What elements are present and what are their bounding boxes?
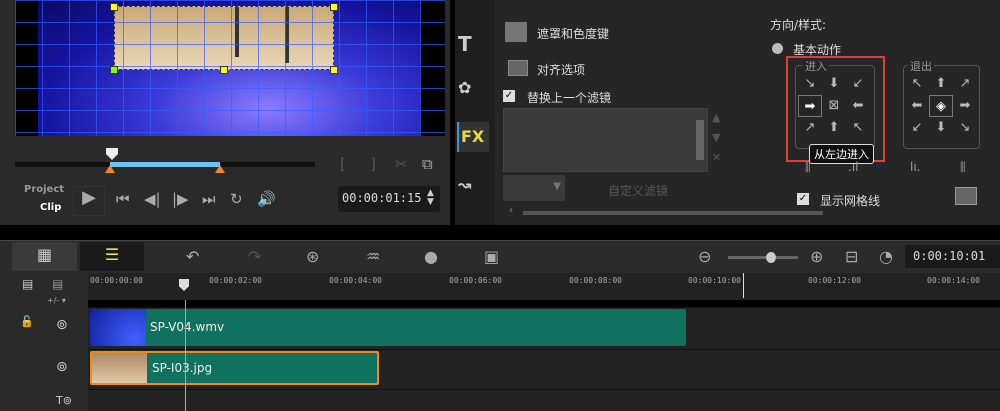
ramp-down-icon[interactable]: lı. — [910, 160, 920, 174]
ramp-up-icon[interactable]: .ıl — [848, 160, 858, 174]
overlay-track-header: ⊚ — [0, 349, 88, 389]
playhead-line — [185, 300, 186, 411]
volume-icon[interactable]: 🔊 — [257, 190, 276, 208]
add-remove-tracks[interactable]: +/- ▾ — [47, 296, 66, 305]
home-button[interactable]: ⏮ — [116, 190, 130, 208]
project-end-marker — [743, 273, 744, 298]
graphics-tab-icon[interactable]: ✿ — [458, 78, 471, 97]
tooltip: 从左边进入 — [809, 144, 874, 164]
options-scrollbar[interactable]: ‹ — [505, 205, 995, 217]
repeat-icon[interactable]: ↻ — [230, 190, 243, 208]
ruler-tick: 00:00:00:00 — [90, 276, 143, 285]
zoom-in-icon[interactable]: ⊕ — [810, 247, 823, 266]
title-track — [0, 389, 1000, 411]
zoom-slider[interactable] — [728, 252, 798, 263]
path-tab-icon[interactable]: ↝ — [458, 175, 471, 194]
exit-static[interactable]: ◈ — [929, 95, 953, 117]
video-clip[interactable]: SP-V04.wmv — [90, 309, 686, 346]
clip-name: SP-V04.wmv — [150, 320, 225, 334]
resize-handle[interactable] — [330, 66, 338, 74]
ruler-tick: 00:00:12:00 — [808, 276, 861, 285]
exit-bottom-right[interactable]: ↘ — [953, 117, 977, 139]
trim-end-handle[interactable] — [215, 165, 225, 173]
exit-bottom[interactable]: ⬇ — [929, 117, 953, 139]
exit-direction-grid: ↖ ⬆ ↗ ⬅ ◈ ➡ ↙ ⬇ ↘ — [905, 73, 977, 139]
exit-bottom-left[interactable]: ↙ — [905, 117, 929, 139]
zoom-out-icon[interactable]: ⊖ — [698, 247, 711, 266]
exit-right[interactable]: ➡ — [953, 95, 977, 117]
trim-start-handle[interactable] — [105, 165, 115, 173]
resize-handle[interactable] — [110, 3, 118, 11]
track-header-top — [0, 273, 88, 307]
clock-icon[interactable]: ◔ — [879, 247, 893, 266]
trim-range — [110, 162, 220, 167]
record-capture-icon[interactable]: ⊛ — [306, 247, 319, 266]
replace-filter-checkbox[interactable]: ✓ — [503, 90, 515, 102]
clip-mode[interactable]: Clip — [40, 202, 61, 213]
ruler-tick: 00:00:02:00 — [209, 276, 262, 285]
mark-in-button[interactable]: [ — [340, 155, 346, 173]
video-track-header: 🔓 ⊚ — [0, 307, 88, 349]
timecode-stepper[interactable]: ▲ ▼ — [427, 189, 434, 207]
filter-order-controls[interactable]: ▲ ▼ ✕ — [712, 108, 721, 168]
clip-thumbnail — [92, 353, 147, 383]
exit-top[interactable]: ⬆ — [929, 73, 953, 95]
title-track-header: T⊚ — [0, 389, 88, 411]
undo-icon[interactable]: ↶ — [186, 247, 199, 266]
direction-label: 方向/样式: — [770, 18, 827, 32]
exit-top-right[interactable]: ↗ — [953, 73, 977, 95]
chapter-icon[interactable]: ▤ — [52, 277, 63, 291]
title-tab-icon[interactable]: T — [458, 32, 472, 56]
end-button[interactable]: ⏭ — [202, 190, 216, 208]
ruler-tick: 00:00:14:00 — [927, 276, 980, 285]
timeline-view-button[interactable]: ☰ — [80, 242, 144, 271]
scissors-icon[interactable]: ✂ — [395, 155, 408, 173]
auto-music-icon[interactable]: ● — [424, 247, 438, 266]
storyboard-view-button[interactable]: ▦ — [12, 242, 77, 271]
ruler-tick: 00:00:06:00 — [449, 276, 502, 285]
replace-filter-label: 替换上一个滤镜 — [527, 91, 612, 105]
timecode-field[interactable]: 00:00:01:15 — [338, 186, 440, 212]
clip-name: SP-I03.jpg — [152, 361, 213, 375]
sound-mixer-icon[interactable]: ♒ — [366, 247, 380, 266]
exit-label: 退出 — [908, 58, 934, 74]
prev-frame-button[interactable]: ◀| — [144, 190, 161, 208]
grid-lines — [15, 0, 445, 136]
overlay-clip[interactable]: SP-I03.jpg — [90, 351, 379, 385]
show-grid-checkbox[interactable]: ✓ — [797, 193, 809, 205]
exit-left[interactable]: ⬅ — [905, 95, 929, 117]
mask-chroma-button[interactable]: 遮罩和色度键 — [537, 25, 609, 42]
resize-handle[interactable] — [220, 66, 228, 74]
custom-filter-button[interactable]: 自定义滤镜 — [608, 182, 668, 199]
redo-icon[interactable]: ↷ — [248, 247, 261, 266]
next-frame-button[interactable]: |▶ — [172, 190, 189, 208]
fade-in-icon[interactable]: ⫼ — [805, 160, 811, 175]
ruler-tick: 00:00:04:00 — [329, 276, 382, 285]
mask-icon[interactable] — [505, 22, 527, 42]
show-grid-label: 显示网格线 — [820, 194, 881, 208]
project-duration: 0:00:10:01 — [905, 245, 1000, 268]
basic-motion-radio[interactable] — [772, 43, 783, 54]
fade-out-icon[interactable]: ⫼ — [960, 160, 966, 175]
project-mode[interactable]: Project — [24, 184, 64, 195]
play-button[interactable]: ▶ — [73, 186, 105, 216]
fx-tab-icon[interactable]: FX — [457, 122, 489, 152]
track-manager-icon[interactable]: ▤ — [22, 277, 33, 291]
filter-list[interactable] — [503, 108, 708, 172]
filter-list-scrollbar[interactable] — [696, 120, 704, 160]
fit-project-icon[interactable]: ⊟ — [845, 247, 858, 266]
align-options-button[interactable]: 对齐选项 — [537, 61, 585, 78]
align-icon[interactable] — [508, 60, 528, 76]
filter-preset-dropdown[interactable]: ▼ — [503, 175, 565, 201]
ruler-tick: 00:00:08:00 — [569, 276, 622, 285]
exit-top-left[interactable]: ↖ — [905, 73, 929, 95]
clip-thumbnail — [90, 309, 146, 346]
mark-out-button[interactable]: ] — [370, 155, 376, 173]
enlarge-icon[interactable]: ⧉ — [422, 155, 433, 173]
subtitle-icon[interactable]: ▣ — [484, 247, 499, 266]
resize-handle[interactable] — [330, 3, 338, 11]
resize-handle[interactable] — [110, 66, 118, 74]
ruler-tick: 00:00:10:00 — [688, 276, 741, 285]
grid-settings-icon[interactable] — [955, 187, 977, 205]
